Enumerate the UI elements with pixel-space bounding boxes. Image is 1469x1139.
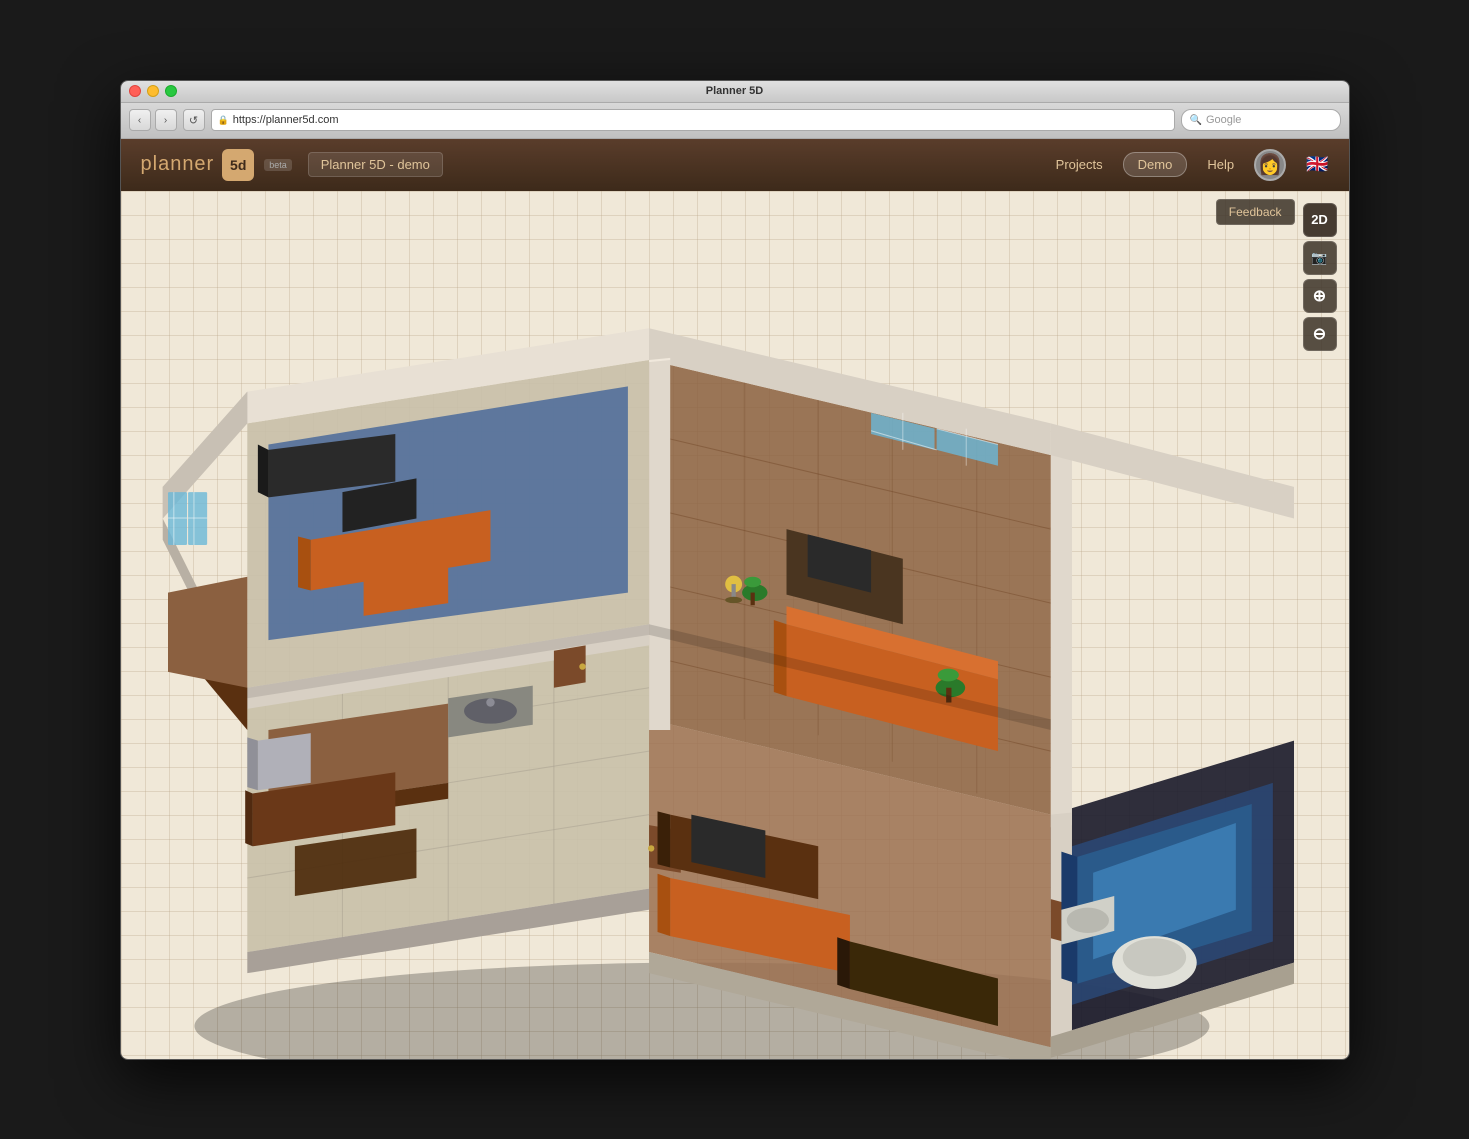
search-placeholder: Google (1206, 114, 1241, 126)
beta-badge: beta (264, 159, 292, 171)
screenshot-button[interactable]: 📷 (1303, 241, 1337, 275)
floorplan-3d (131, 221, 1294, 1060)
search-icon: 🔍 (1190, 115, 1202, 126)
nav-buttons: ‹ › (129, 109, 177, 131)
language-flag[interactable]: 🇬🇧 (1306, 154, 1328, 175)
help-nav-link[interactable]: Help (1207, 157, 1234, 172)
zoom-in-icon: ⊕ (1313, 286, 1326, 306)
forward-button[interactable]: › (155, 109, 177, 131)
zoom-out-button[interactable]: ⊖ (1303, 317, 1337, 351)
right-controls: 2D 📷 ⊕ ⊖ (1303, 203, 1337, 351)
window-controls (129, 85, 177, 97)
user-avatar[interactable]: 👩 (1254, 149, 1286, 181)
zoom-out-icon: ⊖ (1313, 324, 1326, 344)
logo-icon: 5d (222, 149, 254, 181)
ssl-lock-icon: 🔒 (218, 115, 229, 126)
back-button[interactable]: ‹ (129, 109, 151, 131)
camera-icon: 📷 (1311, 250, 1327, 266)
header-nav: Projects Demo Help 👩 🇬🇧 (1056, 149, 1329, 181)
maximize-button[interactable] (165, 85, 177, 97)
project-name[interactable]: Planner 5D - demo (308, 152, 443, 177)
zoom-in-button[interactable]: ⊕ (1303, 279, 1337, 313)
url-text: https://planner5d.com (233, 114, 1168, 126)
demo-nav-button[interactable]: Demo (1123, 152, 1188, 177)
titlebar: Planner 5D (121, 81, 1349, 103)
projects-nav-link[interactable]: Projects (1056, 157, 1103, 172)
window-title: Planner 5D (706, 85, 763, 97)
search-bar[interactable]: 🔍 Google (1181, 109, 1341, 131)
canvas-area[interactable]: Feedback 2D 📷 ⊕ ⊖ (121, 191, 1349, 1060)
browser-toolbar: ‹ › ↺ 🔒 https://planner5d.com 🔍 Google (121, 103, 1349, 139)
logo-text: planner (141, 153, 215, 176)
address-bar[interactable]: 🔒 https://planner5d.com (211, 109, 1175, 131)
main-content: Feedback 2D 📷 ⊕ ⊖ (121, 191, 1349, 1060)
browser-window: Planner 5D ‹ › ↺ 🔒 https://planner5d.com… (120, 80, 1350, 1060)
close-button[interactable] (129, 85, 141, 97)
logo-area: planner 5d beta (141, 149, 292, 181)
app-header: planner 5d beta Planner 5D - demo Projec… (121, 139, 1349, 191)
view-2d-button[interactable]: 2D (1303, 203, 1337, 237)
reload-button[interactable]: ↺ (183, 109, 205, 131)
minimize-button[interactable] (147, 85, 159, 97)
